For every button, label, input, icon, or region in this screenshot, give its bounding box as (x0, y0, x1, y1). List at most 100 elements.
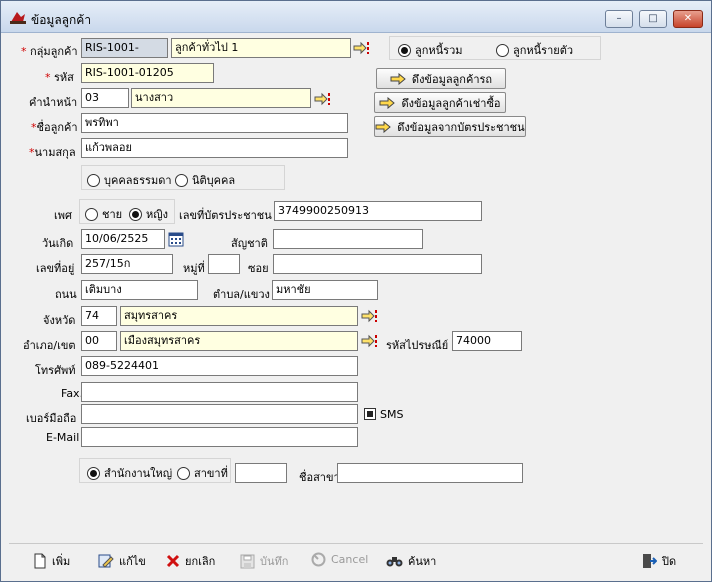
exit-door-icon (643, 554, 657, 568)
sex-female-radio[interactable]: หญิง (129, 205, 168, 223)
person-type-group: บุคคลธรรมดา นิติบุคคล (81, 165, 285, 190)
sex-group: ชาย หญิง (79, 199, 175, 224)
radio-empty-icon (177, 466, 190, 480)
lastname-label: *นามสกุล (29, 146, 76, 159)
fax-field[interactable] (81, 382, 358, 402)
district-label: อำเภอ/เขต (23, 339, 76, 352)
search-button[interactable]: ค้นหา (386, 552, 436, 570)
app-icon (9, 9, 27, 25)
email-label: E-Mail (46, 431, 80, 444)
fax-label: Fax. (61, 387, 84, 400)
sms-label: SMS (380, 408, 404, 421)
road-field[interactable]: เติมบาง (81, 280, 198, 300)
birthdate-label: วันเกิด (42, 237, 74, 250)
lastname-field[interactable]: แก้วพลอย (81, 138, 348, 158)
branch-name-label: ชื่อสาขา (299, 471, 340, 484)
soi-label: ซอย (248, 262, 269, 275)
subdistrict-field[interactable]: มหาชัย (272, 280, 378, 300)
birthdate-field[interactable]: 10/06/2525 (81, 229, 165, 249)
person-juristic-radio[interactable]: นิติบุคคล (175, 171, 235, 189)
debtor-group: ลูกหนี้รวม ลูกหนี้รายตัว (389, 36, 601, 60)
pull-idcard-button[interactable]: ดึงข้อมูลจากบัตรประชาชน (374, 116, 526, 137)
customer-window: ข้อมูลลูกค้า – □ ✕ * กลุ่มลูกค้า RIS-100… (0, 0, 712, 582)
person-natural-radio[interactable]: บุคคลธรรมดา (87, 171, 172, 189)
moo-field[interactable] (208, 254, 240, 274)
branch-sub-radio[interactable]: สาขาที่ (177, 464, 228, 482)
prefix-label: คำนำหน้า (29, 96, 78, 109)
minimize-button[interactable]: – (605, 10, 633, 28)
group-code-field[interactable]: RIS-1001- (81, 38, 168, 58)
maximize-button[interactable]: □ (639, 10, 667, 28)
province-code-field[interactable]: 74 (81, 306, 117, 326)
delete-x-icon (166, 554, 180, 568)
radio-selected-icon (398, 43, 411, 57)
email-field[interactable] (81, 427, 358, 447)
branch-no-field[interactable] (235, 463, 287, 483)
district-code-field[interactable]: 00 (81, 331, 117, 351)
binoculars-icon (386, 557, 403, 567)
radio-selected-icon (87, 466, 100, 480)
edit-icon (98, 554, 114, 568)
radio-empty-icon (85, 207, 98, 221)
radio-empty-icon (496, 43, 509, 57)
address-field[interactable]: 257/15ก (81, 254, 173, 274)
postcode-field[interactable]: 74000 (452, 331, 522, 351)
debtor-combined-radio[interactable]: ลูกหนี้รวม (398, 41, 463, 59)
firstname-field[interactable]: พรทิพา (81, 113, 348, 133)
province-lookup-icon[interactable] (361, 309, 378, 323)
postcode-label: รหัสไปรษณีย์ (386, 339, 449, 352)
moo-label: หมู่ที่ (183, 262, 205, 275)
phone-field[interactable]: 089-5224401 (81, 356, 358, 376)
prefix-lookup-icon[interactable] (314, 92, 331, 106)
nationality-field[interactable] (273, 229, 423, 249)
cancel-button[interactable]: Cancel (311, 552, 368, 567)
radio-empty-icon (175, 173, 188, 187)
hand-point-icon (375, 120, 392, 133)
title-bar[interactable]: ข้อมูลลูกค้า – □ ✕ (1, 1, 711, 33)
close-window-button[interactable]: ✕ (673, 10, 703, 28)
mobile-label: เบอร์มือถือ (26, 412, 77, 425)
district-lookup-icon[interactable] (361, 334, 378, 348)
pull-hire-button[interactable]: ดึงข้อมูลลูกค้าเช่าซื้อ (374, 92, 506, 113)
bottom-toolbar: เพิ่ม แก้ไข ยกเลิก บันทึก Cancel ค้นหา ป… (9, 543, 703, 577)
radio-empty-icon (87, 173, 100, 187)
sms-checkbox[interactable] (364, 408, 376, 420)
group-lookup-icon[interactable] (353, 41, 370, 55)
phone-label: โทรศัพท์ (35, 364, 76, 377)
code-field[interactable]: RIS-1001-01205 (81, 63, 214, 83)
nationality-label: สัญชาติ (231, 237, 268, 250)
calendar-icon[interactable] (168, 231, 184, 247)
radio-selected-icon (129, 207, 142, 221)
idcard-label: เลขที่บัตรประชาชน (179, 209, 272, 222)
mobile-field[interactable] (81, 404, 358, 424)
branch-name-field[interactable] (337, 463, 523, 483)
province-name-field[interactable]: สมุทรสาคร (120, 306, 358, 326)
prefix-name-field[interactable]: นางสาว (131, 88, 311, 108)
idcard-field[interactable]: 3749900250913 (274, 201, 482, 221)
soi-field[interactable] (273, 254, 482, 274)
prefix-code-field[interactable]: 03 (81, 88, 129, 108)
code-label: * รหัส (45, 71, 74, 84)
branch-head-radio[interactable]: สำนักงานใหญ่ (87, 464, 172, 482)
district-name-field[interactable]: เมืองสมุทรสาคร (120, 331, 358, 351)
new-document-icon (34, 553, 46, 569)
edit-button[interactable]: แก้ไข (98, 552, 146, 570)
road-label: ถนน (55, 288, 77, 301)
province-label: จังหวัด (43, 314, 76, 327)
debtor-individual-radio[interactable]: ลูกหนี้รายตัว (496, 41, 573, 59)
group-name-field[interactable]: ลูกค้าทั่วไป 1 (171, 38, 351, 58)
window-title: ข้อมูลลูกค้า (31, 13, 92, 27)
add-button[interactable]: เพิ่ม (33, 552, 70, 570)
branch-group: สำนักงานใหญ่ สาขาที่ (79, 458, 231, 483)
save-button[interactable]: บันทึก (240, 552, 288, 570)
save-disk-icon (240, 554, 255, 568)
hand-point-icon (390, 72, 406, 85)
sex-label: เพศ (54, 209, 72, 222)
firstname-label: *ชื่อลูกค้า (31, 121, 78, 134)
sex-male-radio[interactable]: ชาย (85, 205, 122, 223)
cancel-item-button[interactable]: ยกเลิก (166, 552, 215, 570)
close-button[interactable]: ปิด (641, 552, 676, 570)
address-label: เลขที่อยู่ (36, 262, 75, 275)
group-label: * กลุ่มลูกค้า (21, 45, 78, 58)
pull-car-button[interactable]: ดึงข้อมูลลูกค้ารถ (376, 68, 506, 89)
